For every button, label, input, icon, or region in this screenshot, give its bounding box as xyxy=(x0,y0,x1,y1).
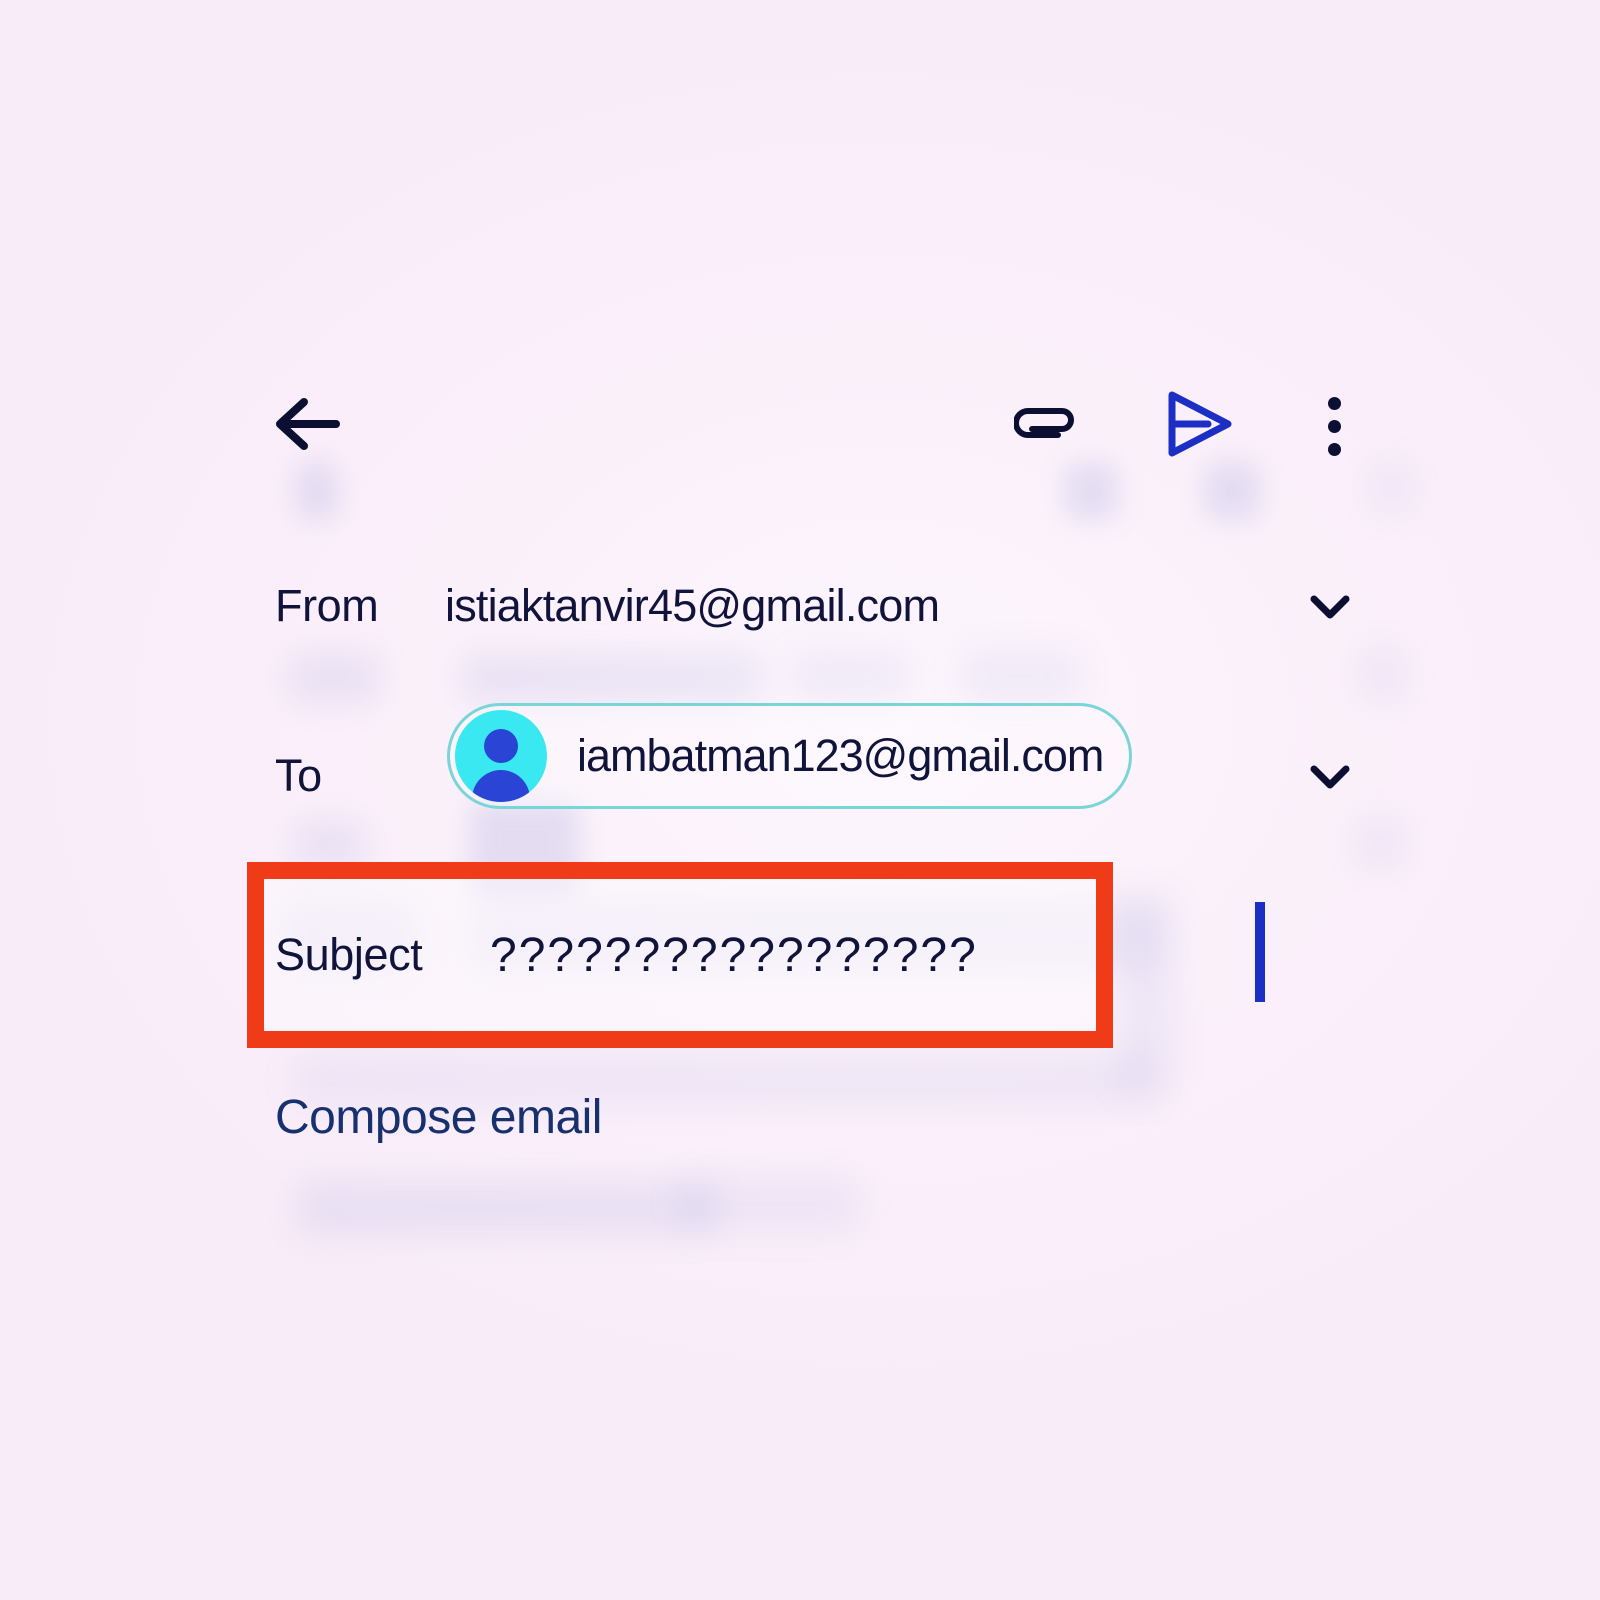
to-label: To xyxy=(275,750,322,801)
compose-toolbar xyxy=(0,378,1600,474)
recipient-chip[interactable]: iambatman123@gmail.com xyxy=(447,703,1133,809)
attach-file-button[interactable] xyxy=(1010,394,1082,458)
arrow-left-icon xyxy=(274,396,346,457)
paperclip-icon xyxy=(1013,397,1078,456)
to-expand-button[interactable] xyxy=(1302,748,1358,804)
compose-email-screen: From istiaktanvir45@gmail.com To iambatm… xyxy=(0,0,1600,1600)
ghost-artifact xyxy=(1356,818,1402,868)
from-row[interactable]: From istiaktanvir45@gmail.com xyxy=(275,575,1375,637)
subject-input[interactable]: ????????????????? xyxy=(490,928,978,983)
ghost-artifact xyxy=(1360,648,1404,700)
ghost-artifact xyxy=(1120,896,1172,1096)
from-label: From xyxy=(275,580,379,631)
ghost-artifact xyxy=(680,1178,860,1230)
more-vertical-icon xyxy=(1327,392,1341,461)
ghost-artifact xyxy=(960,652,1080,700)
from-value: istiaktanvir45@gmail.com xyxy=(445,580,940,631)
from-expand-button[interactable] xyxy=(1302,578,1358,634)
back-button[interactable] xyxy=(272,394,348,458)
subject-label: Subject xyxy=(275,929,423,980)
to-row[interactable]: To iambatman123@gmail.com xyxy=(275,703,1375,809)
compose-body-input[interactable]: Compose email xyxy=(275,1090,602,1145)
chevron-down-icon xyxy=(1302,765,1358,808)
more-options-button[interactable] xyxy=(1306,394,1362,458)
ghost-artifact xyxy=(288,652,380,704)
subject-row[interactable]: Subject ????????????????? xyxy=(275,902,1265,1002)
ghost-artifact xyxy=(462,652,762,704)
person-icon xyxy=(455,710,547,802)
send-icon xyxy=(1162,391,1238,462)
recipient-email: iambatman123@gmail.com xyxy=(577,730,1104,781)
send-button[interactable] xyxy=(1160,391,1240,462)
text-cursor xyxy=(1255,902,1265,1002)
ghost-artifact xyxy=(790,652,910,700)
ghost-artifact xyxy=(296,1180,716,1236)
chevron-down-icon xyxy=(1302,595,1358,638)
